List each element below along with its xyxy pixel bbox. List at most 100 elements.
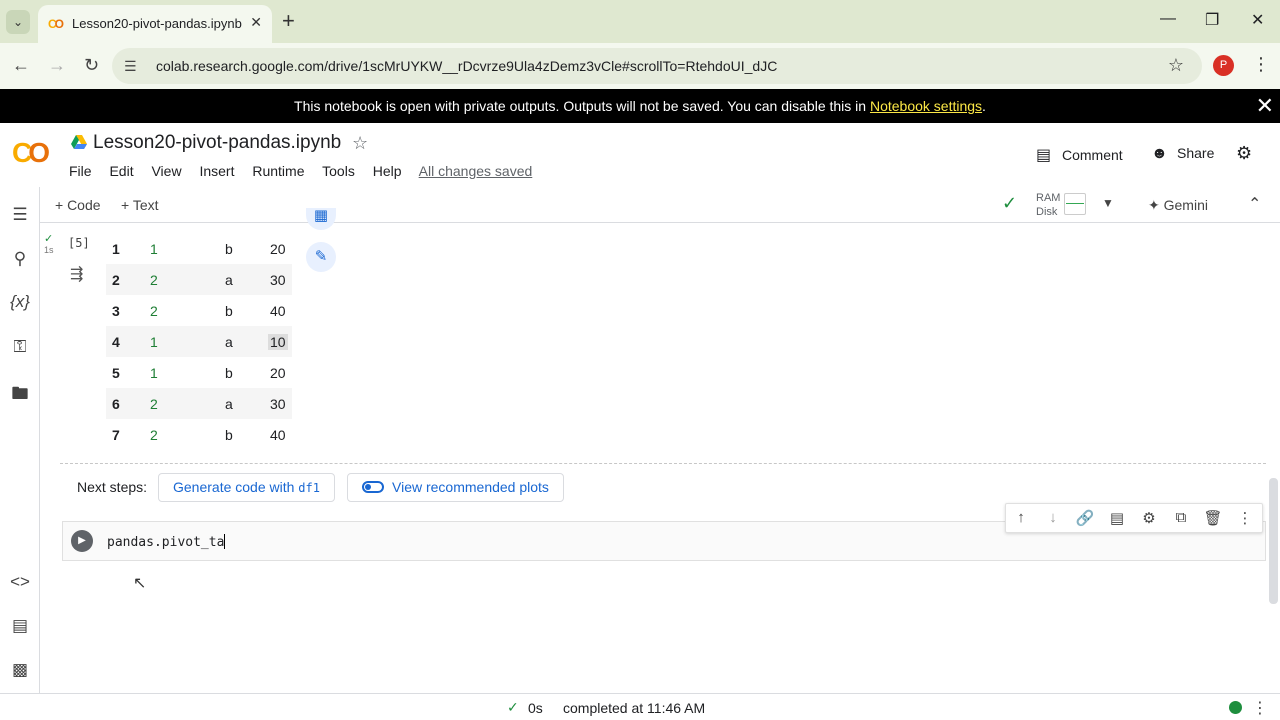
table-of-contents-icon[interactable]: ☰ bbox=[8, 205, 32, 225]
terminal-icon[interactable]: ▩ bbox=[8, 660, 32, 680]
add-text-button[interactable]: + Text bbox=[121, 197, 159, 213]
menu-tools[interactable]: Tools bbox=[322, 163, 355, 179]
reload-icon[interactable]: ↻ bbox=[84, 55, 99, 76]
completion-message: completed at 11:46 AM bbox=[563, 700, 706, 716]
menu-file[interactable]: File bbox=[69, 163, 92, 179]
generate-code-chip[interactable]: Generate code with df1 bbox=[158, 473, 335, 502]
address-bar-row: ← → ↻ ☰ colab.research.google.com/drive/… bbox=[0, 43, 1280, 89]
google-drive-icon[interactable] bbox=[71, 135, 87, 149]
add-code-button[interactable]: + Code bbox=[55, 197, 101, 213]
bookmark-star-icon[interactable]: ☆ bbox=[1168, 55, 1184, 76]
command-palette-icon[interactable]: ▤ bbox=[8, 616, 32, 636]
share-button[interactable]: ☻ Share bbox=[1151, 145, 1214, 163]
left-sidebar: ☰ ⚲ {x} ⚿ 🖿 <> ▤ ▩ bbox=[0, 187, 40, 693]
mouse-pointer-icon: ↖ bbox=[133, 575, 147, 592]
notebook-toolbar: + Code + Text ✓ RAM Disk ▼ ✦ Gemini ⌃ bbox=[40, 187, 1280, 223]
colab-favicon-icon: CO bbox=[48, 17, 64, 31]
save-status-link[interactable]: All changes saved bbox=[419, 163, 533, 179]
row-index: 7 bbox=[112, 427, 120, 443]
code-line[interactable]: pandas.pivot_ta bbox=[107, 534, 226, 550]
toggle-icon bbox=[362, 481, 384, 493]
delete-cell-trash-icon[interactable]: 🗑 bbox=[1203, 509, 1223, 527]
output-divider bbox=[60, 463, 1266, 464]
run-cell-play-icon[interactable]: ▶ bbox=[71, 530, 93, 552]
view-recommended-plots-chip[interactable]: View recommended plots bbox=[347, 473, 564, 502]
runtime-dropdown-icon[interactable]: ▼ bbox=[1102, 196, 1114, 210]
table-row: 5 1 b 20 bbox=[106, 357, 292, 388]
forward-arrow-icon[interactable]: → bbox=[48, 55, 66, 76]
browser-menu-icon[interactable]: ⋮ bbox=[1252, 54, 1270, 75]
cell-b: a bbox=[225, 396, 233, 412]
tab-title: Lesson20-pivot-pandas.ipynb - bbox=[72, 16, 242, 31]
move-cell-down-icon[interactable]: ↓ bbox=[1043, 509, 1063, 526]
menu-insert[interactable]: Insert bbox=[199, 163, 234, 179]
menu-view[interactable]: View bbox=[151, 163, 181, 179]
convert-to-interactive-table-icon[interactable]: ▦ bbox=[306, 208, 336, 230]
screen: ⌄ CO Lesson20-pivot-pandas.ipynb - ✕ + —… bbox=[0, 0, 1280, 720]
table-row: 4 1 a 10 bbox=[106, 326, 292, 357]
browser-tab[interactable]: CO Lesson20-pivot-pandas.ipynb - ✕ bbox=[38, 5, 272, 43]
row-index: 2 bbox=[112, 272, 120, 288]
cell-b: a bbox=[225, 272, 233, 288]
runtime-connected-dot[interactable] bbox=[1229, 701, 1242, 714]
search-icon[interactable]: ⚲ bbox=[8, 249, 32, 269]
comment-icon: ▤ bbox=[1036, 147, 1052, 164]
settings-gear-icon[interactable]: ⚙ bbox=[1236, 143, 1252, 164]
site-info-icon[interactable]: ☰ bbox=[124, 58, 137, 75]
variables-icon[interactable]: {x} bbox=[8, 292, 32, 312]
code-snippets-icon[interactable]: <> bbox=[8, 572, 32, 592]
star-notebook-icon[interactable]: ☆ bbox=[352, 133, 368, 154]
cell-settings-gear-icon[interactable]: ⚙ bbox=[1139, 509, 1159, 527]
cell-a: 1 bbox=[150, 365, 158, 381]
output-actions-icon[interactable]: ⇶ bbox=[70, 264, 83, 284]
row-index: 3 bbox=[112, 303, 120, 319]
colab-logo[interactable]: CO bbox=[12, 137, 50, 169]
share-label: Share bbox=[1177, 145, 1215, 161]
new-tab-plus-icon[interactable]: + bbox=[282, 9, 295, 33]
more-actions-icon[interactable]: ⋮ bbox=[1235, 509, 1255, 527]
tab-close-icon[interactable]: ✕ bbox=[250, 14, 262, 31]
row-index: 5 bbox=[112, 365, 120, 381]
url-text: colab.research.google.com/drive/1scMrUYK… bbox=[156, 58, 778, 74]
next-steps-label: Next steps: bbox=[77, 479, 148, 495]
cell-b: b bbox=[225, 303, 233, 319]
comment-button[interactable]: ▤ Comment bbox=[1036, 145, 1123, 165]
collapse-header-icon[interactable]: ⌃ bbox=[1248, 194, 1261, 214]
suggest-chart-pencil-icon[interactable]: ✎ bbox=[306, 242, 336, 272]
banner-close-icon[interactable]: ✕ bbox=[1256, 93, 1274, 119]
status-check-icon: ✓ bbox=[507, 699, 519, 715]
table-row: 3 2 b 40 bbox=[106, 295, 292, 326]
notebook-title[interactable]: Lesson20-pivot-pandas.ipynb bbox=[93, 132, 341, 154]
row-index: 4 bbox=[112, 334, 120, 350]
scrollbar-thumb[interactable] bbox=[1269, 478, 1278, 604]
minimize-icon[interactable]: — bbox=[1160, 10, 1176, 28]
secrets-key-icon[interactable]: ⚿ bbox=[8, 337, 32, 357]
mirror-cell-icon[interactable]: ⧉ bbox=[1171, 509, 1191, 526]
status-menu-icon[interactable]: ⋮ bbox=[1252, 698, 1268, 718]
menu-help[interactable]: Help bbox=[373, 163, 402, 179]
cell-value: 30 bbox=[270, 272, 286, 288]
url-field[interactable]: ☰ colab.research.google.com/drive/1scMrU… bbox=[112, 48, 1202, 84]
files-folder-icon[interactable]: 🖿 bbox=[8, 381, 32, 410]
cell-value: 40 bbox=[270, 427, 286, 443]
move-cell-up-icon[interactable]: ↑ bbox=[1011, 509, 1031, 526]
menu-bar: File Edit View Insert Runtime Tools Help… bbox=[69, 163, 546, 179]
menu-runtime[interactable]: Runtime bbox=[252, 163, 304, 179]
back-arrow-icon[interactable]: ← bbox=[12, 55, 30, 76]
notebook-settings-link[interactable]: Notebook settings bbox=[870, 98, 982, 114]
profile-avatar[interactable]: P bbox=[1213, 55, 1234, 76]
restore-icon[interactable]: ❐ bbox=[1205, 10, 1219, 30]
cell-value-highlighted: 10 bbox=[268, 334, 288, 350]
gemini-button[interactable]: ✦ Gemini bbox=[1148, 197, 1208, 214]
cell-b: b bbox=[225, 365, 233, 381]
banner-message: This notebook is open with private outpu… bbox=[294, 98, 870, 114]
copy-link-icon[interactable]: 🔗 bbox=[1075, 509, 1095, 527]
tab-search-chevron-icon[interactable]: ⌄ bbox=[6, 10, 30, 34]
private-outputs-banner: This notebook is open with private outpu… bbox=[0, 89, 1280, 123]
menu-edit[interactable]: Edit bbox=[109, 163, 133, 179]
resource-monitor[interactable]: RAM Disk bbox=[1036, 191, 1060, 219]
add-comment-icon[interactable]: ▤ bbox=[1107, 509, 1127, 527]
cell-a: 1 bbox=[150, 334, 158, 350]
window-close-icon[interactable]: ✕ bbox=[1251, 10, 1264, 30]
run-duration: 0s bbox=[528, 700, 543, 716]
